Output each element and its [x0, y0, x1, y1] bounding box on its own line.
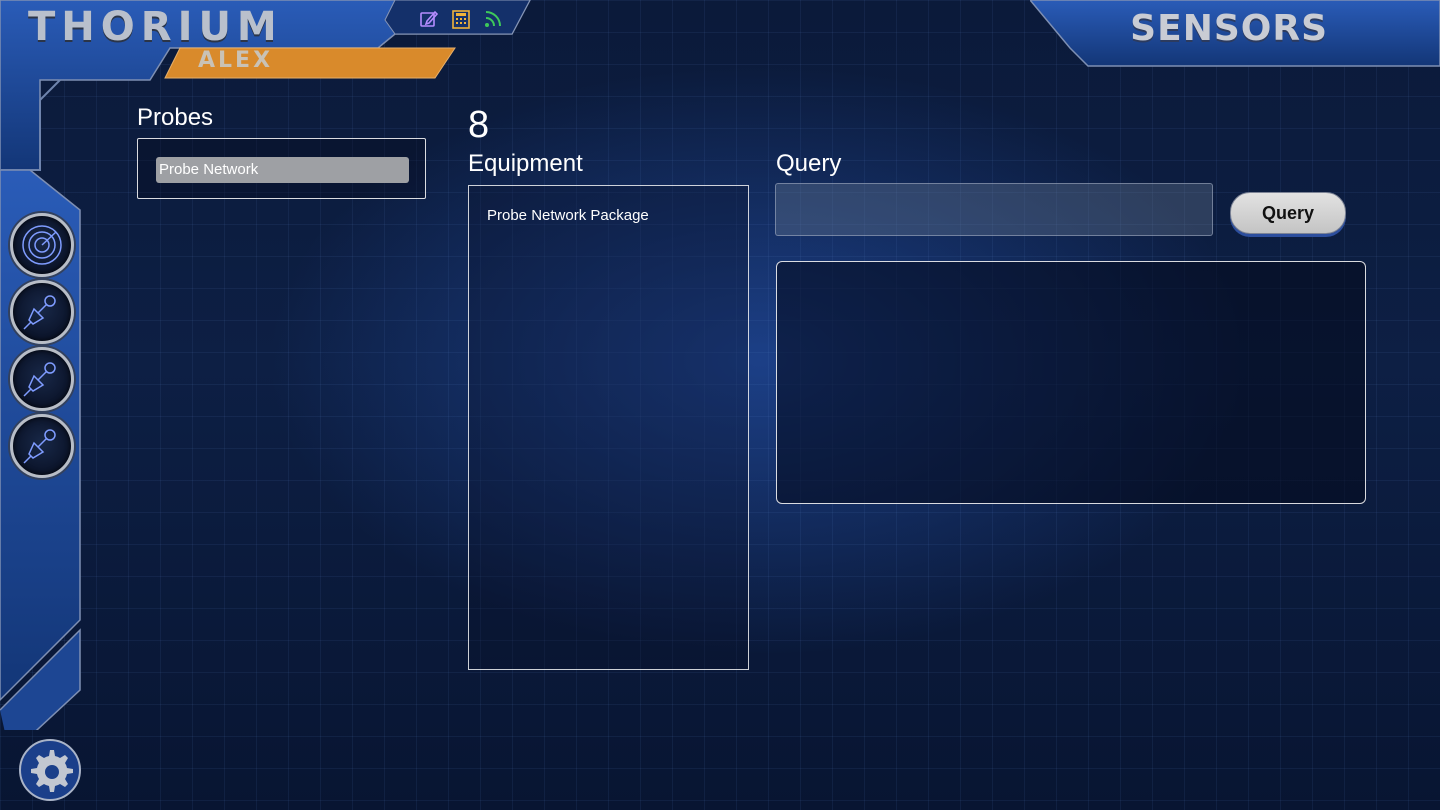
- gear-icon[interactable]: [18, 738, 82, 802]
- toolbar: [418, 8, 504, 30]
- equipment-count: 8: [468, 104, 490, 146]
- probes-list: Probe Network: [137, 138, 426, 199]
- query-heading: Query: [776, 150, 842, 177]
- equipment-list: Probe Network Package: [468, 185, 749, 670]
- probe-icon: [23, 295, 56, 330]
- sidebar-button-radar[interactable]: [10, 213, 74, 277]
- equipment-heading: Equipment: [468, 150, 583, 177]
- sidebar-button-probe-1[interactable]: [10, 280, 74, 344]
- radar-icon: [22, 225, 62, 265]
- probe-list-item[interactable]: Probe Network: [156, 157, 409, 183]
- brand-logo: THORIUM: [28, 4, 283, 50]
- rss-feed-icon[interactable]: [482, 8, 504, 30]
- screen-title: SENSORS: [1130, 8, 1328, 49]
- edit-icon[interactable]: [418, 8, 440, 30]
- calculator-icon[interactable]: [450, 8, 472, 30]
- equipment-list-item[interactable]: Probe Network Package: [487, 207, 649, 224]
- station-name: ALEX: [198, 48, 274, 73]
- probes-heading: Probes: [137, 104, 214, 131]
- sidebar-button-probe-2[interactable]: [10, 347, 74, 411]
- query-button[interactable]: Query: [1230, 192, 1346, 234]
- probe-icon: [23, 429, 56, 464]
- query-input[interactable]: [775, 183, 1213, 236]
- probe-icon: [23, 362, 56, 397]
- sidebar-button-probe-3[interactable]: [10, 414, 74, 478]
- query-results: [776, 261, 1366, 504]
